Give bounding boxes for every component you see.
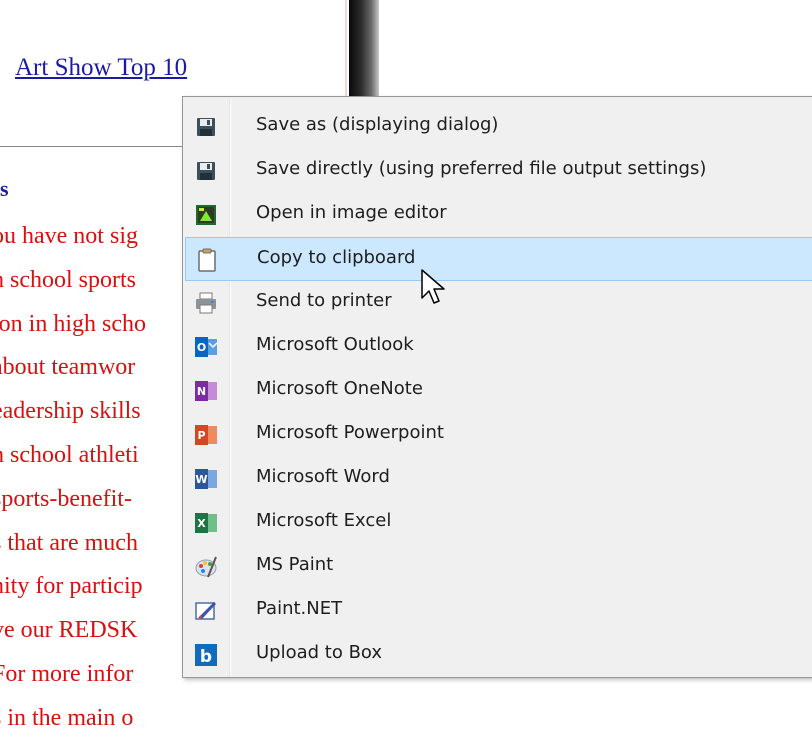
body-line: sports-benefit- — [0, 485, 132, 512]
menu-item-microsoft-onenote[interactable]: N Microsoft OneNote — [185, 369, 812, 413]
svg-text:P: P — [197, 429, 205, 442]
clipboard-icon — [198, 248, 216, 272]
menu-item-microsoft-word[interactable]: W Microsoft Word — [185, 457, 812, 501]
menu-item-label: Microsoft Powerpoint — [256, 422, 444, 443]
excel-icon: X — [195, 513, 217, 533]
printer-icon — [196, 292, 216, 314]
box-icon: b — [195, 644, 217, 667]
body-line: ou have not sig — [0, 223, 138, 249]
paint-net-icon — [195, 602, 216, 620]
body-line: nity for particip — [0, 573, 143, 600]
outlook-icon: O — [195, 337, 218, 357]
body-line: s in the main o — [0, 704, 134, 731]
body-line: ion in high scho — [0, 310, 146, 337]
menu-item-label: Open in image editor — [256, 202, 447, 223]
menu-item-label: Microsoft Excel — [256, 510, 392, 531]
svg-text:N: N — [197, 385, 206, 398]
art-show-top-10-link[interactable]: Art Show Top 10 — [15, 54, 187, 82]
section-heading-fragment: s — [0, 176, 9, 201]
menu-item-save-directly[interactable]: Save directly (using preferred file outp… — [185, 149, 812, 193]
menu-item-label: Copy to clipboard — [257, 247, 416, 268]
menu-item-microsoft-excel[interactable]: X Microsoft Excel — [185, 501, 812, 545]
floppy-disk-icon — [197, 162, 215, 180]
menu-item-label: Paint.NET — [256, 598, 343, 619]
onenote-icon: N — [195, 381, 217, 401]
floppy-disk-icon — [197, 118, 215, 136]
menu-item-label: Microsoft Word — [256, 466, 390, 487]
menu-item-save-as[interactable]: Save as (displaying dialog) — [185, 105, 812, 149]
body-line: eadership skills — [0, 398, 141, 425]
context-menu: Save as (displaying dialog) Save directl… — [182, 96, 812, 678]
menu-item-label: Microsoft Outlook — [256, 334, 414, 355]
svg-text:W: W — [195, 473, 207, 486]
menu-item-microsoft-powerpoint[interactable]: P Microsoft Powerpoint — [185, 413, 812, 457]
menu-item-ms-paint[interactable]: MS Paint — [185, 545, 812, 589]
page-body-text: ou have not sig h school sports ion in h… — [0, 215, 190, 741]
body-line: about teamwor — [0, 354, 136, 381]
svg-text:b: b — [200, 647, 212, 667]
menu-item-label: MS Paint — [256, 554, 334, 575]
page-edge-line — [345, 0, 347, 96]
menu-item-microsoft-outlook[interactable]: O Microsoft Outlook — [185, 325, 812, 369]
menu-item-paint-net[interactable]: Paint.NET — [185, 589, 812, 633]
menu-item-label: Microsoft OneNote — [256, 378, 423, 399]
svg-text:X: X — [197, 517, 206, 530]
body-line: ve our REDSK — [0, 617, 138, 644]
menu-item-label: Save directly (using preferred file outp… — [256, 158, 707, 179]
body-line: h school athleti — [0, 441, 139, 468]
powerpoint-icon: P — [195, 425, 217, 445]
menu-item-send-to-printer[interactable]: Send to printer — [185, 281, 812, 325]
mouse-cursor-icon — [421, 269, 445, 304]
page-divider — [0, 146, 190, 147]
word-icon: W — [195, 469, 217, 489]
svg-text:O: O — [197, 341, 206, 354]
ms-paint-icon — [195, 556, 217, 578]
menu-item-upload-to-box[interactable]: b Upload to Box — [185, 633, 812, 677]
dark-gradient-bar — [349, 0, 379, 96]
menu-item-label: Send to printer — [256, 290, 392, 311]
image-editor-icon — [196, 205, 216, 225]
menu-item-label: Save as (displaying dialog) — [256, 114, 499, 135]
menu-item-copy-to-clipboard[interactable]: Copy to clipboard — [185, 237, 812, 281]
body-line: s that are much — [0, 529, 138, 556]
menu-item-open-in-image-editor[interactable]: Open in image editor — [185, 193, 812, 237]
body-line: h school sports — [0, 266, 136, 293]
